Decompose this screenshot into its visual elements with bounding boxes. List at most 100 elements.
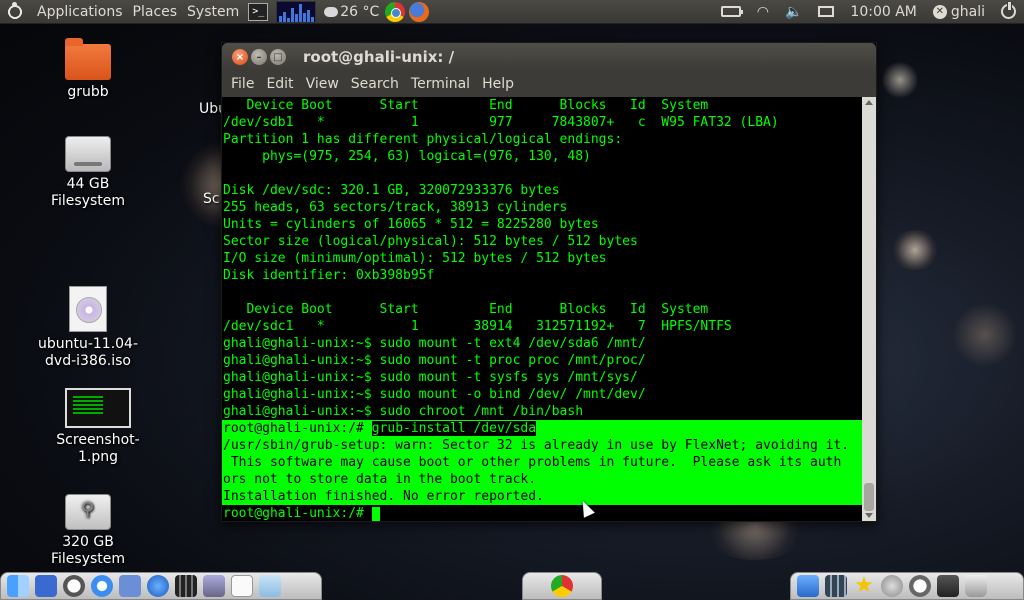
terminal-output[interactable]: Device Boot Start End Blocks Id System /… — [222, 97, 864, 521]
menu-view[interactable]: View — [301, 76, 344, 92]
network-indicator[interactable]: ◠ — [749, 0, 777, 24]
menu-places[interactable]: Places — [128, 0, 183, 24]
user-status-icon: ✕ — [932, 4, 947, 19]
attachment-icon[interactable] — [881, 575, 903, 597]
speaker-icon: 🔈 — [784, 3, 803, 20]
desktop-icon-ubuntu-iso[interactable]: ubuntu-11.04-dvd-i386.iso — [28, 286, 148, 370]
terminal-line: ghali@ghali-unix:~$ sudo mount -t sysfs … — [223, 370, 638, 385]
firefox-launcher-icon[interactable] — [409, 1, 430, 22]
menu-applications[interactable]: Applications — [32, 0, 128, 24]
folder-icon — [65, 38, 111, 80]
terminal-line: Disk /dev/sdc: 320.1 GB, 320072933376 by… — [223, 183, 560, 198]
messaging-indicator[interactable] — [810, 0, 842, 24]
desktop-icon-label: Screenshot-1.png — [56, 432, 140, 465]
user-menu[interactable]: ✕ ghali — [925, 0, 993, 24]
menu-terminal[interactable]: Terminal — [406, 76, 475, 92]
window-titlebar[interactable]: × – □ root@ghali-unix: / — [222, 43, 876, 71]
power-icon — [1001, 2, 1016, 19]
terminal-current-line[interactable]: root@ghali-unix:/# — [222, 505, 864, 521]
battery-indicator[interactable] — [713, 0, 749, 24]
scroll-down-icon[interactable] — [865, 513, 873, 518]
dock-right: ★ — [790, 572, 1024, 600]
desktop-icon-grubb[interactable]: grubb — [28, 38, 148, 101]
video-icon[interactable] — [175, 575, 197, 597]
terminal-line: /dev/sdc1 * 1 38914 312571192+ 7 HPFS/NT… — [223, 319, 732, 334]
menu-system[interactable]: System — [182, 0, 244, 24]
wifi-icon: ◠ — [756, 3, 769, 20]
weather-temperature: 26 °C — [340, 3, 380, 20]
star-icon[interactable]: ★ — [853, 575, 875, 597]
terminal-menubar: File Edit View Search Terminal Help — [222, 71, 876, 97]
volume-indicator[interactable]: 🔈 — [777, 0, 810, 24]
desktop-icon-label: 44 GB Filesystem — [50, 176, 126, 209]
drive-icon — [65, 136, 111, 172]
terminal-window[interactable]: × – □ root@ghali-unix: / File Edit View … — [221, 42, 877, 522]
galaxy-wallpaper-glow — [890, 230, 940, 270]
trash-icon[interactable] — [965, 575, 987, 597]
terminal-line: Units = cylinders of 16065 * 512 = 82252… — [223, 217, 599, 232]
scroll-up-icon[interactable] — [865, 100, 873, 105]
chrome-icon[interactable] — [551, 575, 573, 597]
mail-icon[interactable] — [119, 575, 141, 597]
galaxy-wallpaper-glow — [880, 60, 920, 100]
notes-icon[interactable] — [231, 575, 253, 597]
terminal-line: Sector size (logical/physical): 512 byte… — [223, 234, 638, 249]
clock[interactable]: 10:00 AM — [842, 0, 924, 24]
dock-left — [0, 572, 322, 600]
session-menu[interactable] — [993, 0, 1024, 24]
terminal-line: /dev/sdb1 * 1 977 7843807+ c W95 FAT32 (… — [223, 115, 779, 130]
gauge-icon[interactable] — [909, 575, 931, 597]
menu-edit[interactable]: Edit — [261, 76, 298, 92]
terminal-scrollbar[interactable] — [862, 97, 876, 521]
time-machine-icon[interactable] — [63, 575, 85, 597]
applications-icon[interactable] — [937, 575, 959, 597]
menu-file[interactable]: File — [226, 76, 259, 92]
dashboard-icon[interactable] — [35, 575, 57, 597]
chrome-launcher-icon[interactable] — [385, 1, 406, 22]
image-file-icon — [65, 388, 131, 428]
package-icon[interactable] — [259, 575, 281, 597]
spaces-icon[interactable] — [825, 575, 847, 597]
ubuntu-logo-icon[interactable] — [4, 0, 26, 23]
maximize-icon[interactable]: □ — [270, 49, 286, 65]
close-icon[interactable]: × — [232, 49, 248, 65]
desktop-icon-label: ubuntu-11.04-dvd-i386.iso — [37, 336, 139, 369]
terminal-selected-line: Installation finished. No error reported… — [222, 488, 864, 505]
terminal-line: Disk identifier: 0xb398b95f — [223, 268, 435, 283]
terminal-selected-line: This software may cause boot or other pr… — [222, 454, 864, 471]
terminal-selected-line: ors not to store data in the boot track. — [222, 471, 864, 488]
text-cursor — [371, 506, 380, 521]
terminal-line: ghali@ghali-unix:~$ sudo mount -t proc p… — [223, 353, 646, 368]
terminal-line: ghali@ghali-unix:~$ sudo mount -t ext4 /… — [223, 336, 646, 351]
weather-indicator[interactable]: 26 °C — [320, 4, 383, 20]
menu-help[interactable]: Help — [477, 76, 519, 92]
terminal-launcher-icon[interactable]: >_ — [248, 2, 269, 21]
top-panel: Applications Places System >_ 26 °C ◠ 🔈 … — [0, 0, 1024, 24]
safari-icon[interactable] — [91, 575, 113, 597]
terminal-selected-line: root@ghali-unix:/# grub-install /dev/sda — [222, 420, 864, 437]
user-name: ghali — [950, 3, 985, 20]
grub-install-command: grub-install /dev/sda — [371, 421, 537, 436]
desktop-icon-screenshot[interactable]: Screenshot-1.png — [38, 388, 158, 466]
window-title: root@ghali-unix: / — [303, 48, 455, 66]
usb-drive-icon — [65, 494, 111, 530]
ichat-icon[interactable] — [147, 575, 169, 597]
desktop-icon-320gb-filesystem[interactable]: 320 GB Filesystem — [28, 494, 148, 568]
system-monitor-graph[interactable] — [276, 0, 317, 23]
photos-icon[interactable] — [203, 575, 225, 597]
music-icon[interactable] — [797, 575, 819, 597]
root-prompt: root@ghali-unix:/# — [223, 421, 372, 436]
terminal-line: ghali@ghali-unix:~$ sudo chroot /mnt /bi… — [223, 404, 584, 419]
terminal-line: phys=(975, 254, 63) logical=(976, 130, 4… — [223, 149, 591, 164]
terminal-line: ghali@ghali-unix:~$ sudo mount -o bind /… — [223, 387, 646, 402]
terminal-line: Partition 1 has different physical/logic… — [223, 132, 623, 147]
mail-icon — [818, 6, 835, 17]
menu-search[interactable]: Search — [346, 76, 404, 92]
scrollbar-thumb[interactable] — [864, 483, 874, 511]
minimize-icon[interactable]: – — [251, 49, 267, 65]
finder-icon[interactable] — [7, 575, 29, 597]
desktop-icon-44gb-filesystem[interactable]: 44 GB Filesystem — [28, 136, 148, 210]
terminal-line: Device Boot Start End Blocks Id System — [223, 302, 709, 317]
